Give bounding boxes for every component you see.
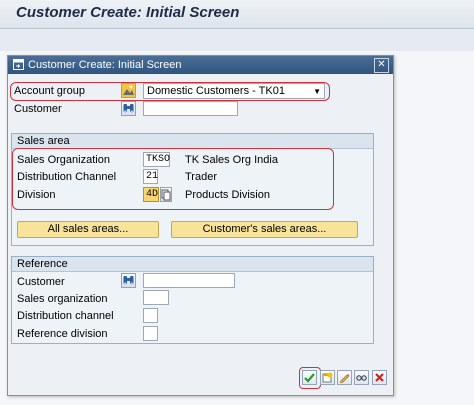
copy-icon xyxy=(161,189,171,201)
ref-dist-channel-input[interactable] xyxy=(143,308,158,323)
ref-dist-channel-label: Distribution channel xyxy=(17,310,114,322)
app-header: Customer Create: Initial Screen xyxy=(0,0,474,29)
display-button[interactable] xyxy=(354,370,369,385)
account-group-label: Account group xyxy=(14,85,85,97)
sales-org-input[interactable]: TKSO xyxy=(143,152,170,167)
all-sales-areas-button[interactable]: All sales areas... xyxy=(17,221,159,238)
division-label: Division xyxy=(17,189,56,201)
checkmark-icon xyxy=(304,373,315,383)
dist-channel-text: Trader xyxy=(185,171,217,183)
customer-sales-areas-button[interactable]: Customer's sales areas... xyxy=(171,221,358,238)
new-entries-icon xyxy=(322,372,333,383)
continue-button[interactable] xyxy=(302,370,317,385)
account-group-dropdown[interactable]: Domestic Customers - TK01 ▼ xyxy=(143,83,325,99)
ref-sales-org-label: Sales organization xyxy=(17,293,108,305)
account-group-value: Domestic Customers - TK01 xyxy=(147,85,285,97)
new-entries-button[interactable] xyxy=(320,370,335,385)
ref-sales-org-input[interactable] xyxy=(143,290,169,305)
division-input[interactable]: 4D xyxy=(143,187,159,202)
customer-create-dialog: Customer Create: Initial Screen ✕ Accoun… xyxy=(7,55,394,396)
cancel-button[interactable] xyxy=(372,370,387,385)
glasses-icon xyxy=(356,375,367,381)
ref-customer-label: Customer xyxy=(17,276,65,288)
close-icon: ✕ xyxy=(377,59,386,70)
edit-icon xyxy=(340,374,350,383)
cancel-icon xyxy=(375,373,384,382)
edit-button[interactable] xyxy=(337,370,352,385)
app-title: Customer Create: Initial Screen xyxy=(16,4,240,21)
binoculars-icon xyxy=(123,276,134,285)
ref-division-input[interactable] xyxy=(143,326,158,341)
app-toolbar-band xyxy=(0,29,474,51)
sales-org-label: Sales Organization xyxy=(17,154,110,166)
dialog-title-bar[interactable]: Customer Create: Initial Screen ✕ xyxy=(8,56,393,74)
ref-customer-search-button[interactable] xyxy=(121,273,136,288)
binoculars-icon xyxy=(123,104,134,113)
chevron-down-icon: ▼ xyxy=(313,87,321,96)
ref-customer-input[interactable] xyxy=(143,273,235,288)
dist-channel-input[interactable]: 21 xyxy=(143,169,158,184)
close-button[interactable]: ✕ xyxy=(374,58,389,73)
customer-input[interactable] xyxy=(143,101,238,116)
mountain-icon xyxy=(122,84,135,97)
customer-search-button[interactable] xyxy=(121,101,136,116)
sales-area-title: Sales area xyxy=(12,134,373,149)
sales-org-text: TK Sales Org India xyxy=(185,154,278,166)
reference-title: Reference xyxy=(12,257,373,272)
account-group-search-button[interactable] xyxy=(121,83,136,98)
customer-label: Customer xyxy=(14,103,62,115)
division-text: Products Division xyxy=(185,189,270,201)
window-icon xyxy=(13,59,24,70)
dialog-title: Customer Create: Initial Screen xyxy=(28,59,182,71)
ref-division-label: Reference division xyxy=(17,328,108,340)
dist-channel-label: Distribution Channel xyxy=(17,171,117,183)
division-f4-button[interactable] xyxy=(160,187,172,202)
